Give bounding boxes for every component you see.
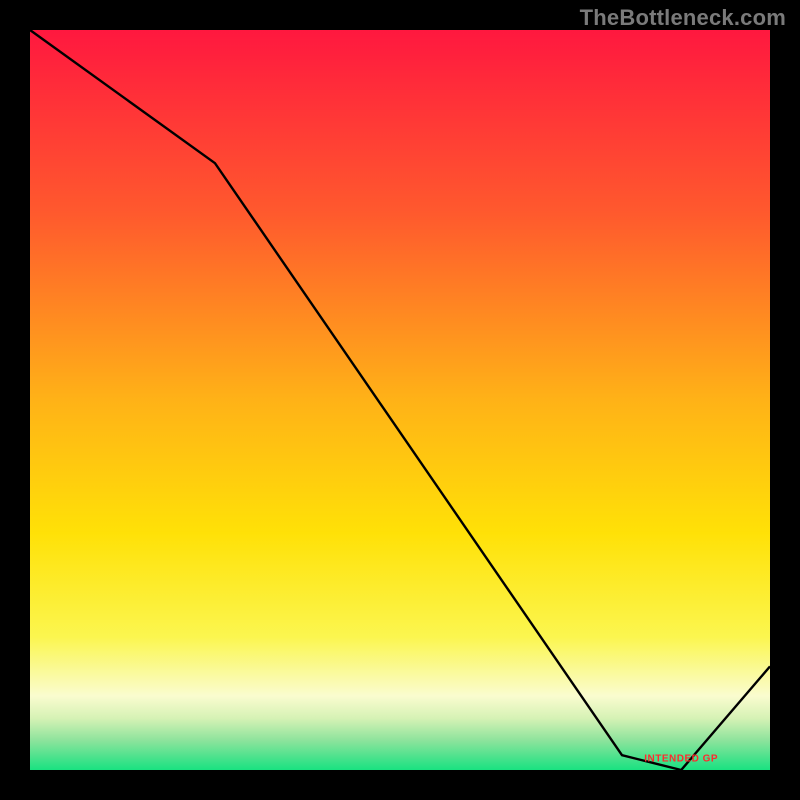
chart-series-line <box>30 30 770 770</box>
chart-annotation: INTENDED GP <box>644 753 718 764</box>
chart-line-layer <box>30 30 770 770</box>
watermark-text: TheBottleneck.com <box>580 5 786 31</box>
chart-root: TheBottleneck.com INTENDED GP <box>0 0 800 800</box>
